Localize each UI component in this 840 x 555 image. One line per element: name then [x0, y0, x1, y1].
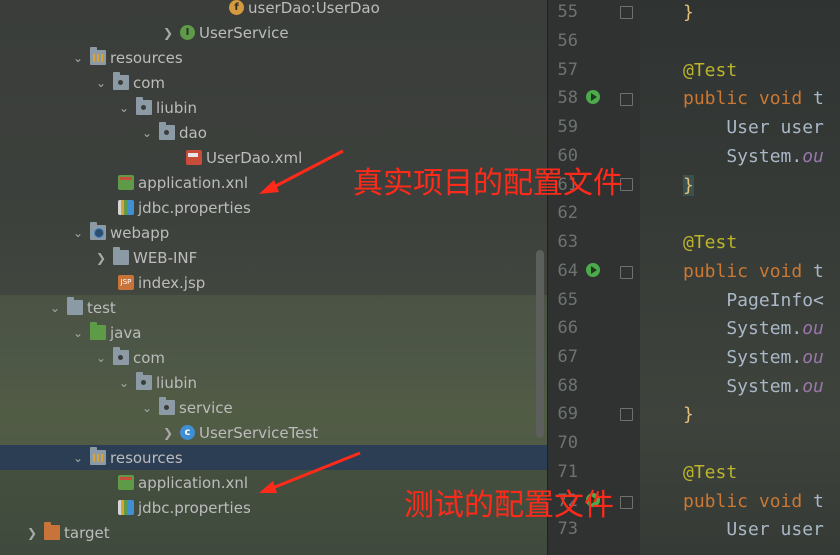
arrow-to-test-config	[269, 451, 361, 491]
test-config-annotation: 测试的配置文件	[404, 488, 614, 523]
arrow-to-real-config	[269, 149, 344, 191]
real-config-annotation: 真实项目的配置文件	[353, 166, 623, 201]
arrowhead	[259, 180, 279, 194]
arrowhead	[259, 481, 277, 493]
annotation-arrows	[259, 149, 361, 493]
